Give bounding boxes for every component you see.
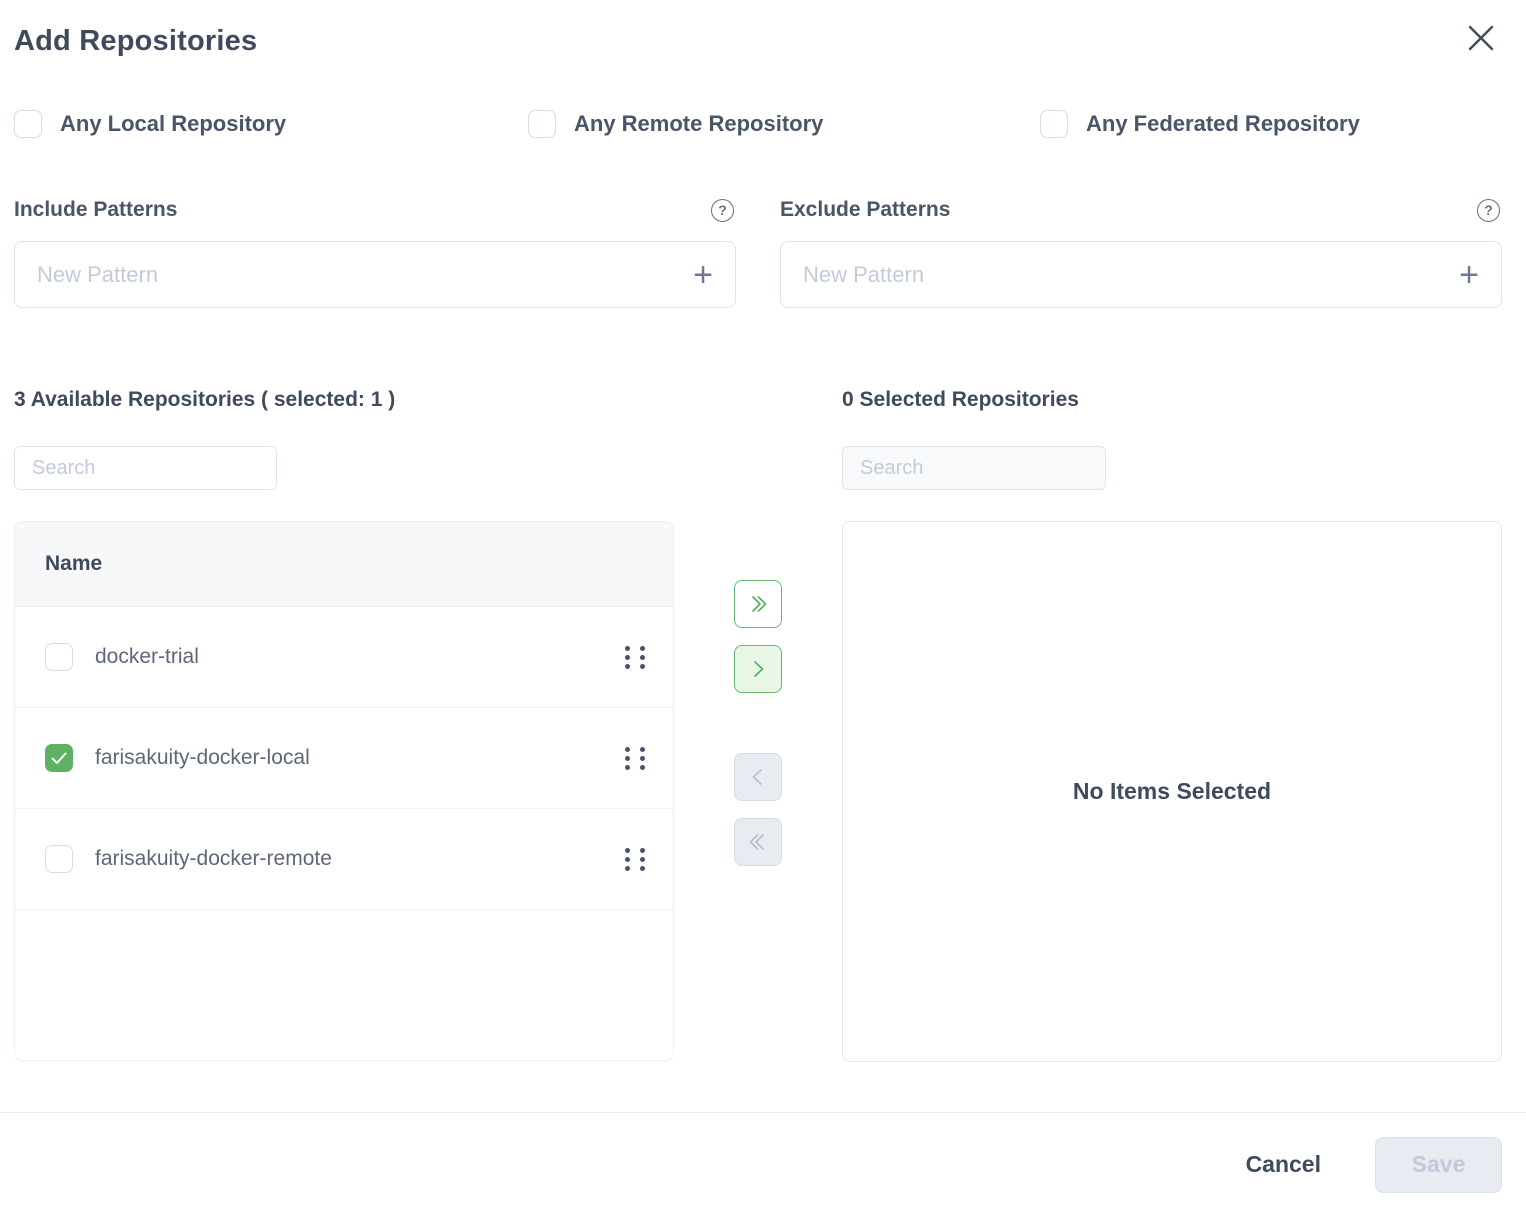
double-chevron-left-icon [746,830,770,854]
include-patterns: Include Patterns ? + [14,198,736,308]
dialog-header: Add Repositories [14,25,1502,58]
table-row: docker-trial [15,607,673,708]
drag-handle-icon[interactable] [625,848,645,871]
repo-checkbox[interactable] [45,643,73,671]
close-button[interactable] [1466,23,1496,56]
dialog-title: Add Repositories [14,25,257,58]
available-search-input[interactable] [14,446,277,490]
any-remote-label: Any Remote Repository [574,111,823,137]
chevron-left-icon [746,765,770,789]
empty-state-message: No Items Selected [1073,778,1271,805]
name-column-header: Name [45,552,102,576]
filter-any-remote: Any Remote Repository [528,110,1040,138]
table-header: Name [15,522,673,607]
exclude-patterns: Exclude Patterns ? + [780,198,1502,308]
any-local-label: Any Local Repository [60,111,286,137]
repo-table-body: docker-trial farisakuity-docker-local fa… [15,607,673,910]
exclude-patterns-label: Exclude Patterns [780,198,950,222]
repo-checkbox[interactable] [45,744,73,772]
cancel-button[interactable]: Cancel [1246,1151,1321,1178]
exclude-pattern-input[interactable] [803,262,1459,288]
chevron-right-icon [746,657,770,681]
save-button[interactable]: Save [1375,1137,1502,1193]
table-row: farisakuity-docker-local [15,708,673,809]
dialog-footer: Cancel Save [0,1112,1526,1216]
move-right-button[interactable] [734,645,782,693]
check-icon [51,752,67,765]
selected-search-input[interactable] [842,446,1106,490]
selected-repositories-panel: 0 Selected Repositories No Items Selecte… [842,388,1502,1062]
repo-name: farisakuity-docker-local [95,746,310,770]
close-icon [1466,23,1496,53]
selected-repositories-title: 0 Selected Repositories [842,388,1502,412]
move-all-left-button[interactable] [734,818,782,866]
selected-repositories-list: No Items Selected [842,521,1502,1062]
repo-type-filters: Any Local Repository Any Remote Reposito… [14,110,1502,138]
filter-any-federated: Any Federated Repository [1040,110,1502,138]
available-repositories-table: Name docker-trial farisakuity-docker-loc… [14,521,674,1061]
available-repositories-title: 3 Available Repositories ( selected: 1 ) [14,388,674,412]
available-repositories-panel: 3 Available Repositories ( selected: 1 )… [14,388,674,1062]
table-row: farisakuity-docker-remote [15,809,673,910]
include-add-icon[interactable]: + [693,258,713,292]
exclude-pattern-fieldbox: + [780,241,1502,308]
move-left-button[interactable] [734,753,782,801]
repo-name: farisakuity-docker-remote [95,847,332,871]
include-help-icon[interactable]: ? [711,199,734,222]
any-local-checkbox[interactable] [14,110,42,138]
transfer-buttons [674,388,842,1062]
any-federated-checkbox[interactable] [1040,110,1068,138]
include-pattern-fieldbox: + [14,241,736,308]
drag-handle-icon[interactable] [625,646,645,669]
any-remote-checkbox[interactable] [528,110,556,138]
repo-name: docker-trial [95,645,199,669]
patterns-section: Include Patterns ? + Exclude Patterns ? … [14,198,1502,308]
repositories-transfer-section: 3 Available Repositories ( selected: 1 )… [14,388,1502,1062]
filter-any-local: Any Local Repository [14,110,528,138]
include-pattern-input[interactable] [37,262,693,288]
any-federated-label: Any Federated Repository [1086,111,1360,137]
include-patterns-label: Include Patterns [14,198,177,222]
move-all-right-button[interactable] [734,580,782,628]
repo-checkbox[interactable] [45,845,73,873]
add-repositories-dialog: Add Repositories Any Local Repository An… [0,0,1526,1216]
exclude-add-icon[interactable]: + [1459,258,1479,292]
drag-handle-icon[interactable] [625,747,645,770]
exclude-help-icon[interactable]: ? [1477,199,1500,222]
double-chevron-right-icon [746,592,770,616]
